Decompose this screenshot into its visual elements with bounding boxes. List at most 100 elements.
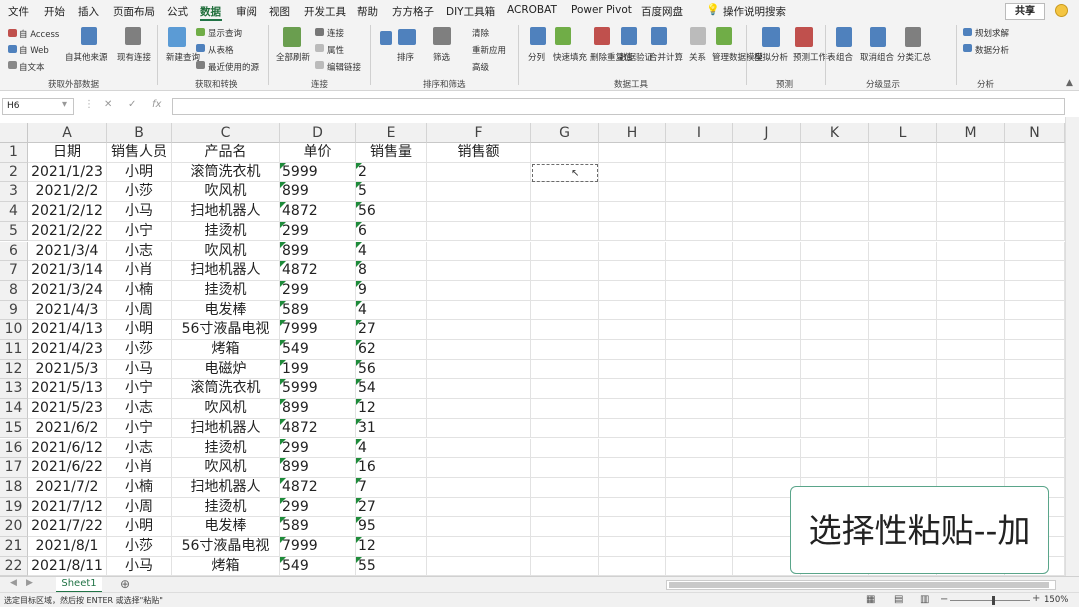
cell[interactable]: 小肖: [107, 261, 172, 281]
empty-cell[interactable]: [937, 241, 1005, 262]
cell[interactable]: 8: [356, 261, 427, 281]
cell[interactable]: 小肖: [107, 458, 172, 478]
advanced-button[interactable]: 高级: [472, 61, 489, 73]
empty-cell[interactable]: [599, 221, 666, 242]
empty-cell[interactable]: [599, 399, 666, 419]
menu-tab-11[interactable]: DIY工具箱: [446, 4, 495, 19]
empty-cell[interactable]: [427, 359, 531, 380]
cell[interactable]: 产品名: [172, 143, 280, 163]
cell[interactable]: 2021/1/23: [28, 162, 107, 183]
empty-cell[interactable]: [531, 399, 599, 419]
from-access-button[interactable]: 自 Access: [19, 28, 59, 40]
empty-cell[interactable]: [937, 280, 1005, 301]
empty-cell[interactable]: [427, 379, 531, 400]
add-sheet-icon[interactable]: ⊕: [120, 577, 130, 591]
cell[interactable]: 电磁炉: [172, 359, 280, 380]
empty-cell[interactable]: [801, 418, 869, 439]
cell[interactable]: 589: [280, 517, 356, 537]
empty-cell[interactable]: [1005, 280, 1065, 301]
empty-cell[interactable]: [801, 399, 869, 419]
menu-tab-8[interactable]: 开发工具: [304, 4, 346, 19]
row-header[interactable]: 3: [0, 182, 28, 203]
empty-cell[interactable]: [733, 182, 801, 203]
cell[interactable]: 烤箱: [172, 556, 280, 576]
empty-cell[interactable]: [801, 202, 869, 222]
empty-cell[interactable]: [427, 261, 531, 281]
empty-cell[interactable]: [599, 241, 666, 262]
empty-cell[interactable]: [937, 162, 1005, 183]
cell[interactable]: 899: [280, 458, 356, 478]
solver-button[interactable]: 规划求解: [975, 27, 1009, 39]
empty-cell[interactable]: [427, 320, 531, 340]
column-header-K[interactable]: K: [801, 123, 869, 143]
empty-cell[interactable]: [801, 320, 869, 340]
reapply-button[interactable]: 重新应用: [472, 44, 506, 56]
cell[interactable]: 7999: [280, 320, 356, 340]
page-layout-icon[interactable]: ▤: [894, 594, 903, 605]
data-validation-button[interactable]: 数据验证: [619, 51, 653, 63]
cell[interactable]: 899: [280, 241, 356, 262]
empty-cell[interactable]: [733, 438, 801, 459]
cell[interactable]: 吹风机: [172, 458, 280, 478]
cell[interactable]: 2021/6/2: [28, 418, 107, 439]
data-analysis-button[interactable]: 数据分析: [975, 44, 1009, 56]
empty-cell[interactable]: [427, 458, 531, 478]
empty-cell[interactable]: [531, 458, 599, 478]
empty-cell[interactable]: [427, 162, 531, 183]
sheet-tab-sheet1[interactable]: Sheet1: [56, 577, 102, 593]
empty-cell[interactable]: [531, 359, 599, 380]
empty-cell[interactable]: [666, 143, 733, 163]
zoom-in-icon[interactable]: +: [1032, 593, 1040, 604]
empty-cell[interactable]: [869, 438, 937, 459]
menu-tab-15[interactable]: 操作说明搜索: [723, 4, 786, 19]
empty-cell[interactable]: [801, 241, 869, 262]
empty-cell[interactable]: [1005, 202, 1065, 222]
empty-cell[interactable]: [937, 202, 1005, 222]
formula-input[interactable]: [172, 98, 1065, 115]
empty-cell[interactable]: [599, 202, 666, 222]
normal-view-icon[interactable]: ▦: [866, 594, 875, 605]
cell[interactable]: 2021/6/22: [28, 458, 107, 478]
menu-tab-10[interactable]: 方方格子: [392, 4, 434, 19]
empty-cell[interactable]: [427, 477, 531, 498]
cell[interactable]: 549: [280, 340, 356, 360]
empty-cell[interactable]: [869, 182, 937, 203]
cell[interactable]: 5999: [280, 162, 356, 183]
row-header[interactable]: 10: [0, 320, 28, 340]
filter-button[interactable]: 筛选: [433, 51, 450, 63]
cell[interactable]: 27: [356, 320, 427, 340]
empty-cell[interactable]: [801, 340, 869, 360]
cell[interactable]: 2021/2/12: [28, 202, 107, 222]
empty-cell[interactable]: [427, 280, 531, 301]
cell[interactable]: 7999: [280, 537, 356, 557]
empty-cell[interactable]: [1005, 143, 1065, 163]
ungroup-button[interactable]: 取消组合: [860, 51, 894, 63]
empty-cell[interactable]: [427, 418, 531, 439]
menu-tab-5[interactable]: 数据: [200, 4, 221, 19]
properties-button[interactable]: 属性: [327, 44, 344, 56]
cell[interactable]: 2021/3/24: [28, 280, 107, 301]
row-header[interactable]: 5: [0, 221, 28, 242]
cell[interactable]: 589: [280, 300, 356, 321]
cell[interactable]: 2021/7/22: [28, 517, 107, 537]
recent-sources-button[interactable]: 最近使用的源: [208, 61, 259, 73]
cell[interactable]: 62: [356, 340, 427, 360]
empty-cell[interactable]: [427, 300, 531, 321]
menu-tab-9[interactable]: 帮助: [357, 4, 378, 19]
cell[interactable]: 6: [356, 221, 427, 242]
empty-cell[interactable]: [869, 399, 937, 419]
from-table-button[interactable]: 从表格: [208, 44, 234, 56]
menu-tab-13[interactable]: Power Pivot: [571, 4, 632, 16]
share-button[interactable]: 共享: [1005, 3, 1045, 20]
empty-cell[interactable]: [599, 182, 666, 203]
column-header-C[interactable]: C: [172, 123, 280, 143]
cancel-icon[interactable]: ✕: [104, 99, 112, 110]
menu-tab-4[interactable]: 公式: [167, 4, 188, 19]
empty-cell[interactable]: [869, 143, 937, 163]
cell[interactable]: 299: [280, 438, 356, 459]
column-header-H[interactable]: H: [599, 123, 666, 143]
zoom-level[interactable]: 150%: [1044, 595, 1068, 605]
cell[interactable]: 4872: [280, 477, 356, 498]
empty-cell[interactable]: [1005, 300, 1065, 321]
empty-cell[interactable]: [869, 162, 937, 183]
